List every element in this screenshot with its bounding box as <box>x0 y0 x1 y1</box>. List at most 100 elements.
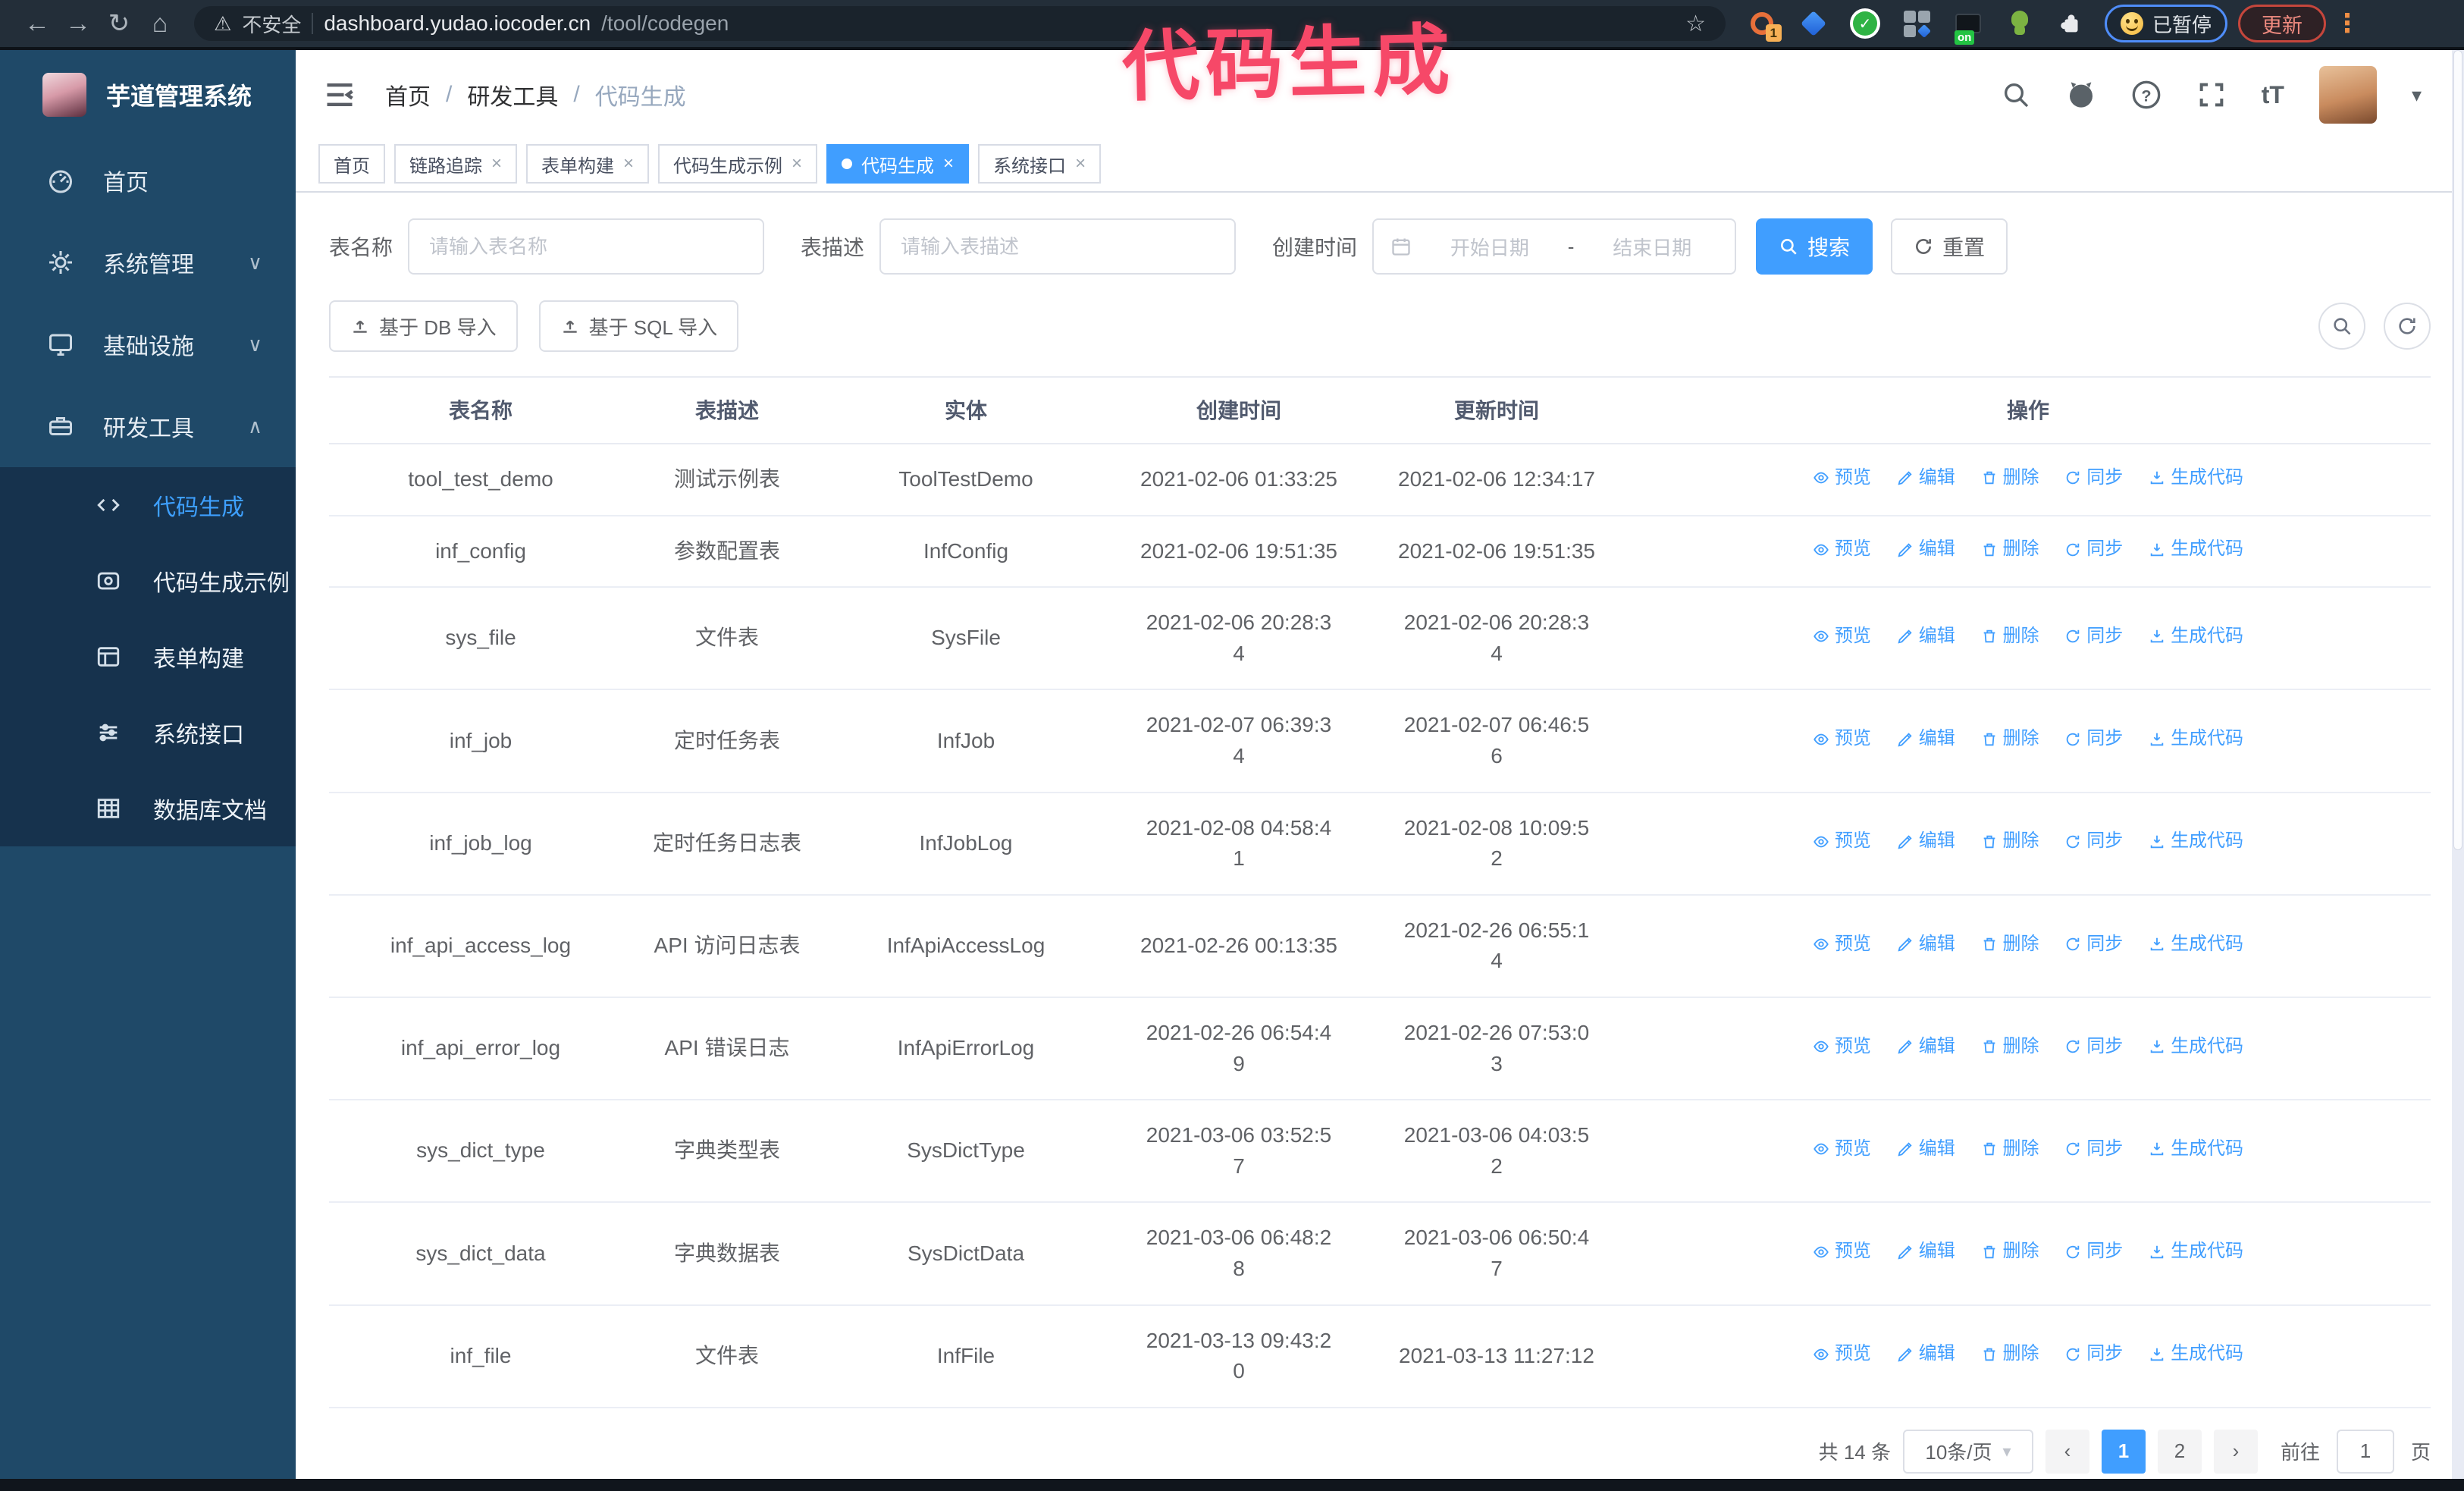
help-icon[interactable]: ? <box>2131 80 2161 110</box>
sync-link[interactable]: 同步 <box>2064 1034 2123 1060</box>
reset-button[interactable]: 重置 <box>1891 218 2008 275</box>
sidebar-item-codegen[interactable]: 代码生成 <box>0 467 296 543</box>
generate-code-link[interactable]: 生成代码 <box>2149 726 2243 752</box>
bookmark-star-icon[interactable]: ☆ <box>1685 11 1706 37</box>
sync-link[interactable]: 同步 <box>2064 536 2123 563</box>
preview-link[interactable]: 预览 <box>1813 1238 1871 1265</box>
sync-link[interactable]: 同步 <box>2064 1238 2123 1265</box>
sync-link[interactable]: 同步 <box>2064 465 2123 491</box>
sync-link[interactable]: 同步 <box>2064 1136 2123 1163</box>
preview-link[interactable]: 预览 <box>1813 1341 1871 1367</box>
preview-link[interactable]: 预览 <box>1813 465 1871 491</box>
page-button-2[interactable]: 2 <box>2157 1429 2202 1474</box>
close-icon[interactable]: × <box>943 153 954 174</box>
sync-link[interactable]: 同步 <box>2064 726 2123 752</box>
search-button[interactable]: 搜索 <box>1756 218 1873 275</box>
delete-link[interactable]: 删除 <box>1981 726 2039 752</box>
close-icon[interactable]: × <box>623 153 634 174</box>
home-icon[interactable]: ⌂ <box>140 9 180 39</box>
close-icon[interactable]: × <box>491 153 502 174</box>
generate-code-link[interactable]: 生成代码 <box>2149 465 2243 491</box>
prev-page-button[interactable]: ‹ <box>2045 1429 2089 1474</box>
extension-dark-icon[interactable]: on <box>1953 8 1983 45</box>
back-icon[interactable]: ← <box>17 9 58 39</box>
delete-link[interactable]: 删除 <box>1981 828 2039 855</box>
browser-profile-chip[interactable]: 已暂停 <box>2105 5 2228 42</box>
extension-diamond-icon[interactable] <box>1798 8 1829 39</box>
generate-code-link[interactable]: 生成代码 <box>2149 828 2243 855</box>
github-icon[interactable] <box>2066 80 2096 110</box>
edit-link[interactable]: 编辑 <box>1897 828 1955 855</box>
delete-link[interactable]: 删除 <box>1981 465 2039 491</box>
address-bar[interactable]: ⚠ 不安全 dashboard.yudao.iocoder.cn/tool/co… <box>194 6 1726 41</box>
font-size-icon[interactable]: tT <box>2262 81 2284 109</box>
next-page-button[interactable]: › <box>2213 1429 2258 1474</box>
refresh-table-button[interactable] <box>2384 303 2431 350</box>
sync-link[interactable]: 同步 <box>2064 828 2123 855</box>
goto-page-input[interactable] <box>2336 1429 2394 1474</box>
fullscreen-icon[interactable] <box>2196 80 2227 110</box>
sync-link[interactable]: 同步 <box>2064 623 2123 650</box>
tab-system-api[interactable]: 系统接口 × <box>978 144 1102 184</box>
page-button-1[interactable]: 1 <box>2101 1429 2146 1474</box>
caret-down-icon[interactable]: ▾ <box>2412 83 2422 107</box>
delete-link[interactable]: 删除 <box>1981 1136 2039 1163</box>
delete-link[interactable]: 删除 <box>1981 623 2039 650</box>
extension-check-icon[interactable]: ✓ <box>1850 8 1880 39</box>
preview-link[interactable]: 预览 <box>1813 828 1871 855</box>
sync-link[interactable]: 同步 <box>2064 1341 2123 1367</box>
edit-link[interactable]: 编辑 <box>1897 1341 1955 1367</box>
edit-link[interactable]: 编辑 <box>1897 1136 1955 1163</box>
preview-link[interactable]: 预览 <box>1813 536 1871 563</box>
generate-code-link[interactable]: 生成代码 <box>2149 623 2243 650</box>
sidebar-item-system[interactable]: 系统管理 ∨ <box>0 221 296 303</box>
preview-link[interactable]: 预览 <box>1813 1034 1871 1060</box>
edit-link[interactable]: 编辑 <box>1897 1238 1955 1265</box>
breadcrumb-home[interactable]: 首页 <box>385 78 431 111</box>
preview-link[interactable]: 预览 <box>1813 623 1871 650</box>
import-db-button[interactable]: 基于 DB 导入 <box>329 300 518 352</box>
preview-link[interactable]: 预览 <box>1813 1136 1871 1163</box>
table-name-input[interactable] <box>408 218 765 275</box>
browser-update-button[interactable]: 更新 <box>2238 5 2327 42</box>
edit-link[interactable]: 编辑 <box>1897 536 1955 563</box>
delete-link[interactable]: 删除 <box>1981 536 2039 563</box>
date-range-picker[interactable]: 开始日期 - 结束日期 <box>1372 218 1737 275</box>
generate-code-link[interactable]: 生成代码 <box>2149 1238 2243 1265</box>
browser-menu-icon[interactable]: ⋮ <box>2332 8 2362 39</box>
sidebar-item-codegen-example[interactable]: 代码生成示例 <box>0 543 296 619</box>
sidebar-item-devtools[interactable]: 研发工具 ∧ <box>0 385 296 467</box>
edit-link[interactable]: 编辑 <box>1897 931 1955 958</box>
sync-link[interactable]: 同步 <box>2064 931 2123 958</box>
generate-code-link[interactable]: 生成代码 <box>2149 536 2243 563</box>
close-icon[interactable]: × <box>792 153 802 174</box>
preview-link[interactable]: 预览 <box>1813 931 1871 958</box>
delete-link[interactable]: 删除 <box>1981 1341 2039 1367</box>
edit-link[interactable]: 编辑 <box>1897 726 1955 752</box>
generate-code-link[interactable]: 生成代码 <box>2149 1136 2243 1163</box>
user-avatar[interactable] <box>2318 66 2377 124</box>
delete-link[interactable]: 删除 <box>1981 1034 2039 1060</box>
sidebar-item-home[interactable]: 首页 <box>0 140 296 221</box>
scrollbar[interactable] <box>2452 50 2464 1479</box>
generate-code-link[interactable]: 生成代码 <box>2149 931 2243 958</box>
edit-link[interactable]: 编辑 <box>1897 1034 1955 1060</box>
tab-trace[interactable]: 链路追踪 × <box>394 144 518 184</box>
breadcrumb-devtools[interactable]: 研发工具 <box>467 78 558 111</box>
forward-icon[interactable]: → <box>58 9 99 39</box>
search-icon[interactable] <box>2001 80 2031 110</box>
edit-link[interactable]: 编辑 <box>1897 465 1955 491</box>
import-sql-button[interactable]: 基于 SQL 导入 <box>538 300 739 352</box>
tab-codegen-example[interactable]: 代码生成示例 × <box>658 144 818 184</box>
tab-home[interactable]: 首页 <box>318 144 385 184</box>
extension-grid-icon[interactable] <box>1901 8 1932 39</box>
tab-form-builder[interactable]: 表单构建 × <box>526 144 650 184</box>
sidebar-item-system-api[interactable]: 系统接口 <box>0 695 296 771</box>
generate-code-link[interactable]: 生成代码 <box>2149 1034 2243 1060</box>
scrollbar-thumb[interactable] <box>2453 50 2462 851</box>
table-desc-input[interactable] <box>879 218 1237 275</box>
sidebar-item-db-doc[interactable]: 数据库文档 <box>0 771 296 846</box>
extension-green-icon[interactable] <box>2005 8 2035 39</box>
extensions-puzzle-icon[interactable] <box>2056 8 2086 39</box>
page-size-select[interactable]: 10条/页 ▾ <box>1902 1429 2033 1474</box>
